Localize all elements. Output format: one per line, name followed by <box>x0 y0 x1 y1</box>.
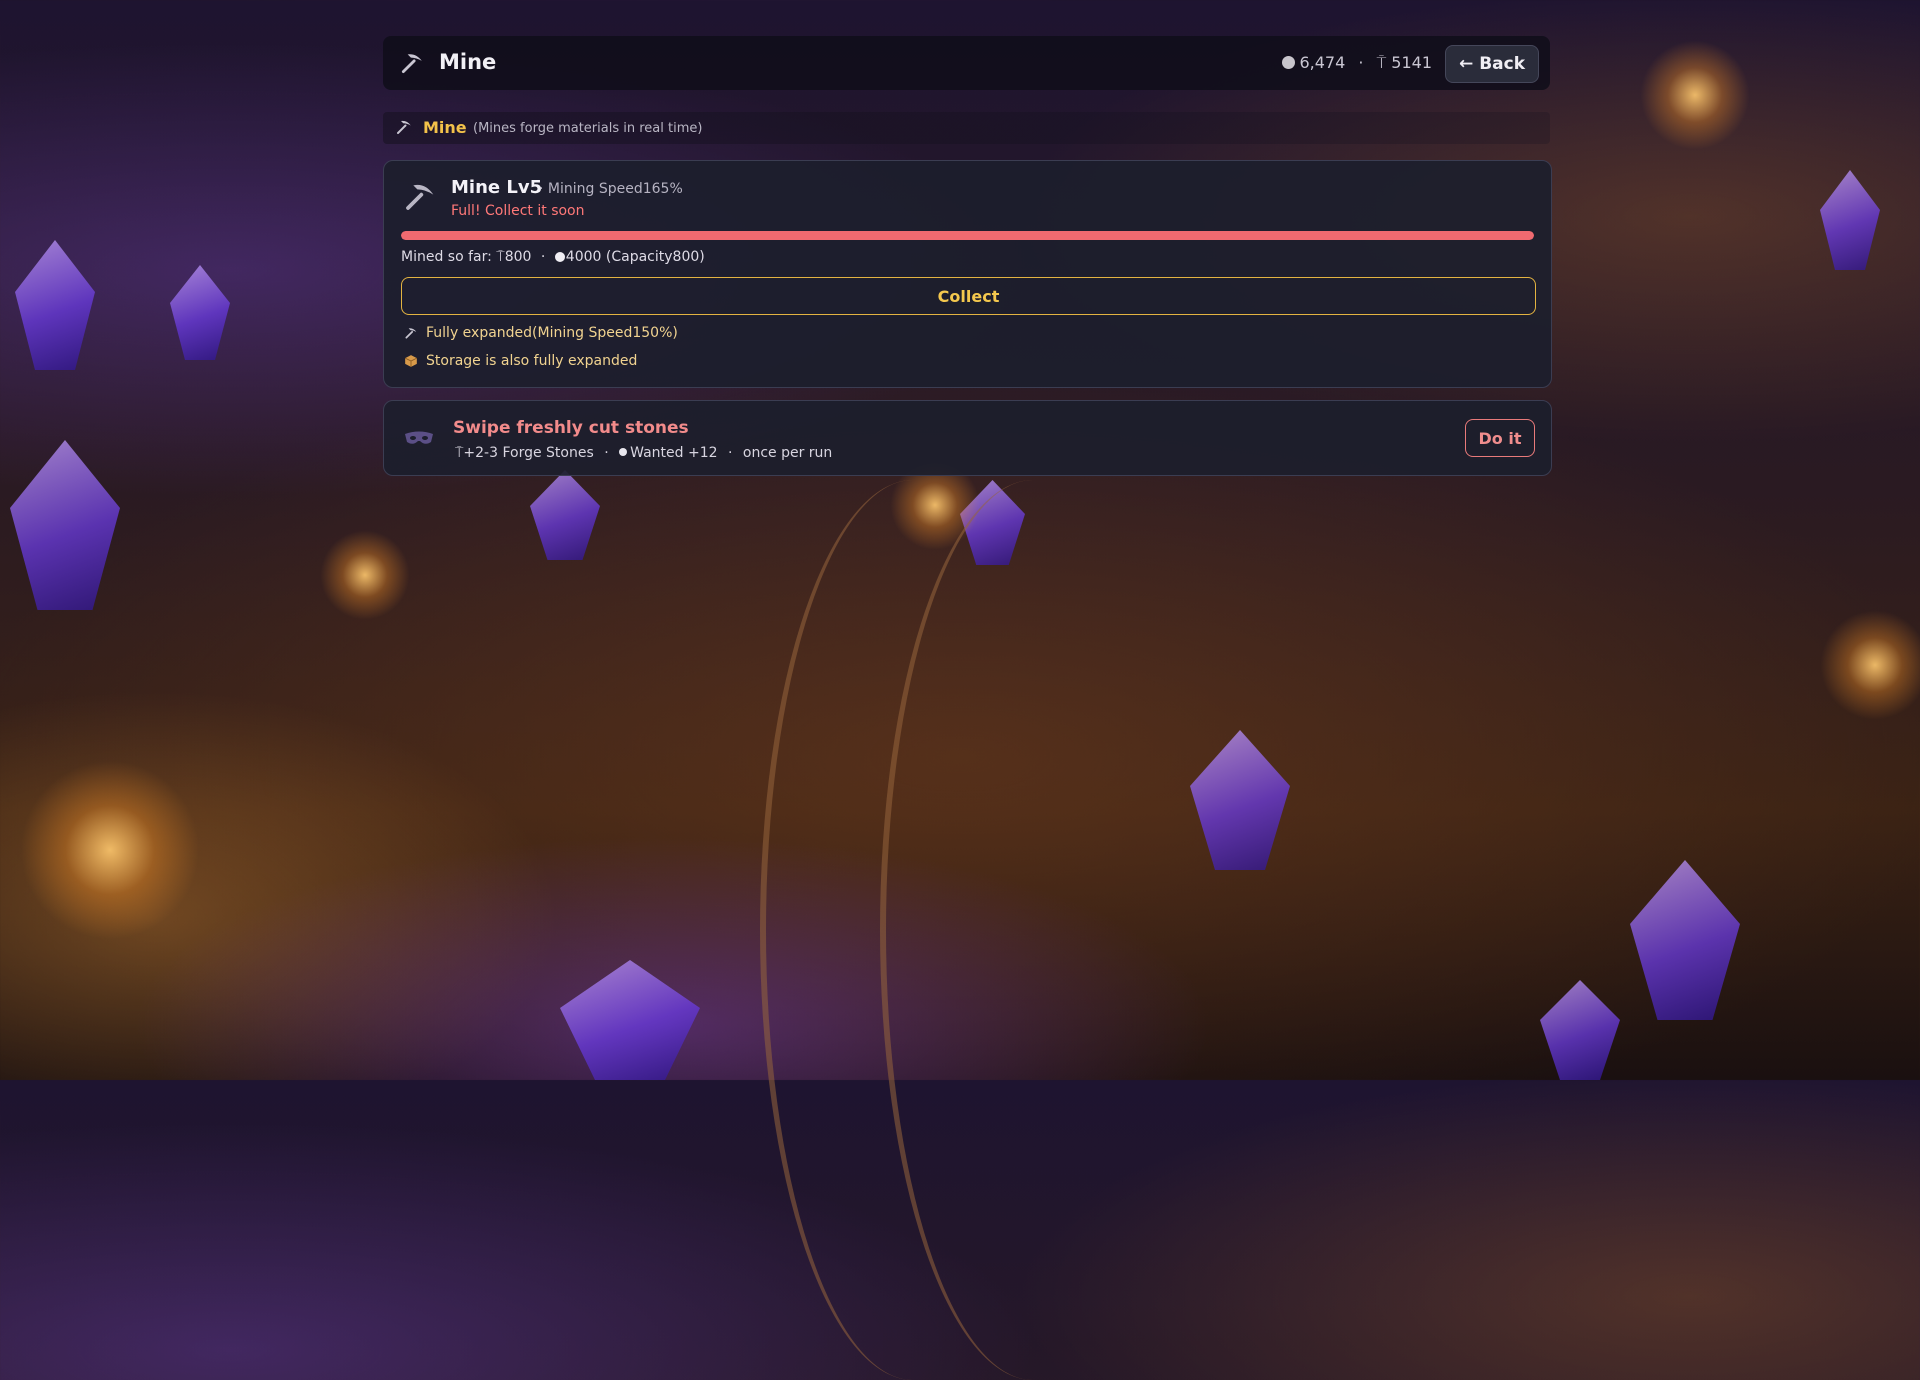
capacity-text: (Capacity800) <box>605 249 705 265</box>
pickaxe-icon <box>401 54 422 74</box>
stone-count: 5141 <box>1391 53 1432 72</box>
coin-icon <box>554 252 565 262</box>
pickaxe-icon <box>406 184 434 210</box>
reward-wanted: Wanted +12 <box>630 445 718 461</box>
storage-progress-bar <box>401 231 1534 240</box>
storage-note-text: Storage is also fully expanded <box>426 353 638 369</box>
separator: · <box>540 249 546 265</box>
back-arrow-icon: ← <box>1458 54 1474 74</box>
section-hint: (Mines forge materials in real time) <box>473 121 703 136</box>
page-title: Mine <box>439 50 497 74</box>
collect-button[interactable]: Collect <box>401 277 1536 315</box>
do-it-button[interactable]: Do it <box>1465 419 1535 457</box>
separator: · <box>727 445 733 461</box>
task-card: Swipe freshly cut stones ⍑+2-3 Forge Sto… <box>383 400 1552 476</box>
expansion-note: Fully expanded(Mining Speed150%) <box>404 325 678 341</box>
mined-coins: 4000 <box>565 249 602 265</box>
forge-stone-icon: ⍑ <box>1376 53 1387 72</box>
reward-stones: +2-3 Forge Stones <box>463 445 594 461</box>
storage-note: Storage is also fully expanded <box>404 353 637 369</box>
mask-icon <box>405 431 433 444</box>
resource-counter: 6,474 · ⍑ 5141 <box>1282 53 1432 73</box>
coin-count: 6,474 <box>1299 53 1346 72</box>
mine-level: Mine Lv5 <box>451 177 543 198</box>
mined-summary: Mined so far: ⍑800 · 4000 (Capacity800) <box>401 249 705 265</box>
section-header: Mine (Mines forge materials in real time… <box>383 112 1550 144</box>
task-rewards: ⍑+2-3 Forge Stones · Wanted +12 · once p… <box>455 445 832 461</box>
mined-label: Mined so far: <box>401 249 492 265</box>
forge-stone-icon: ⍑ <box>496 249 505 265</box>
wanted-icon <box>619 448 628 456</box>
top-bar: Mine 6,474 · ⍑ 5141 ← Back <box>383 36 1550 90</box>
storage-progress-fill <box>401 231 1534 240</box>
back-label: Back <box>1479 54 1526 74</box>
coin-icon <box>1282 56 1296 69</box>
pickaxe-icon <box>405 328 417 339</box>
task-title: Swipe freshly cut stones <box>453 418 689 438</box>
mine-status-card: Mine Lv5 · Mining Speed165% Full! Collec… <box>383 160 1552 388</box>
back-button[interactable]: ← Back <box>1445 45 1539 83</box>
box-icon <box>404 355 418 367</box>
mined-stones: 800 <box>504 249 532 265</box>
pickaxe-icon <box>397 120 411 134</box>
task-frequency: once per run <box>742 445 833 461</box>
full-warning: Full! Collect it soon <box>451 203 585 219</box>
section-label: Mine <box>423 118 467 137</box>
resource-separator: · <box>1358 53 1364 72</box>
separator: · <box>604 445 609 461</box>
expansion-note-text: Fully expanded(Mining Speed150%) <box>426 325 678 341</box>
mining-speed: · Mining Speed165% <box>539 181 683 197</box>
